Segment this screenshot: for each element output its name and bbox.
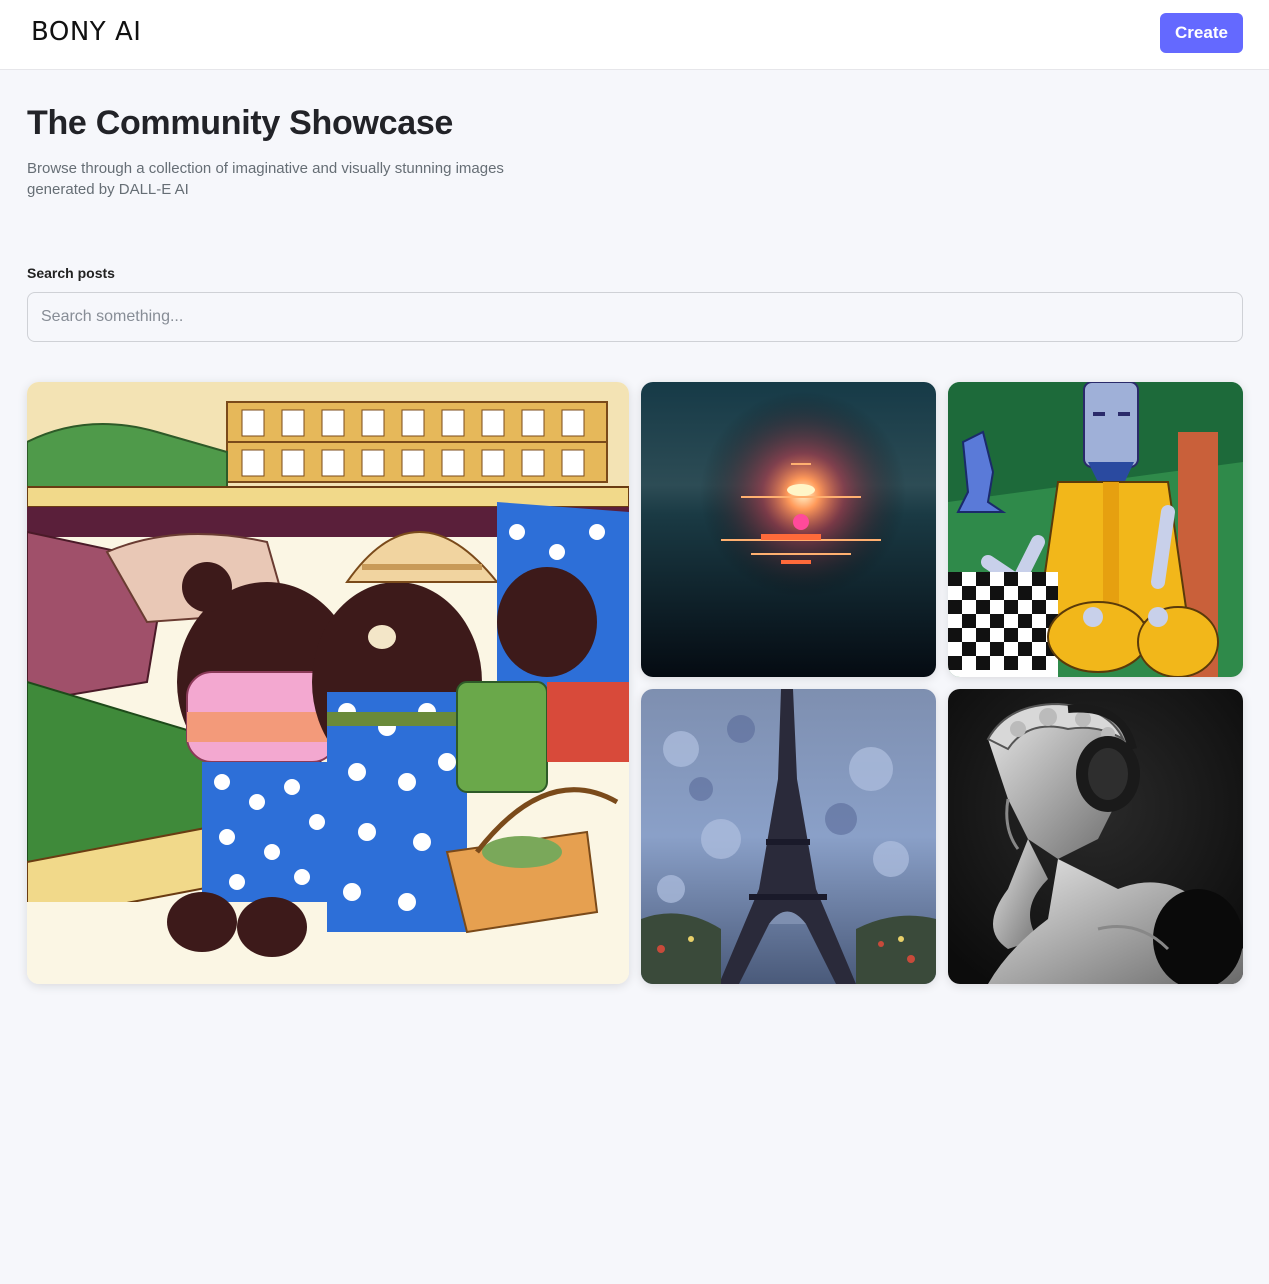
logo[interactable]: BONY AI [31,17,141,47]
navbar: BONY AI Create [0,0,1269,70]
gallery-card[interactable] [27,382,629,984]
page-subtitle: Browse through a collection of imaginati… [27,160,504,198]
search-input[interactable] [27,292,1243,342]
page-title: The Community Showcase [27,104,454,142]
create-button[interactable]: Create [1160,13,1243,53]
gallery-card[interactable] [948,689,1243,984]
robot-chess-image [948,382,1243,677]
search-label: Search posts [27,265,115,281]
gallery-card[interactable] [641,689,936,984]
sunset-sea-image [641,382,936,677]
gallery-card[interactable] [641,382,936,677]
statue-headphones-image [948,689,1243,984]
eiffel-tower-painting-image [641,689,936,984]
gallery-card[interactable] [948,382,1243,677]
bears-shopping-image [27,382,629,984]
